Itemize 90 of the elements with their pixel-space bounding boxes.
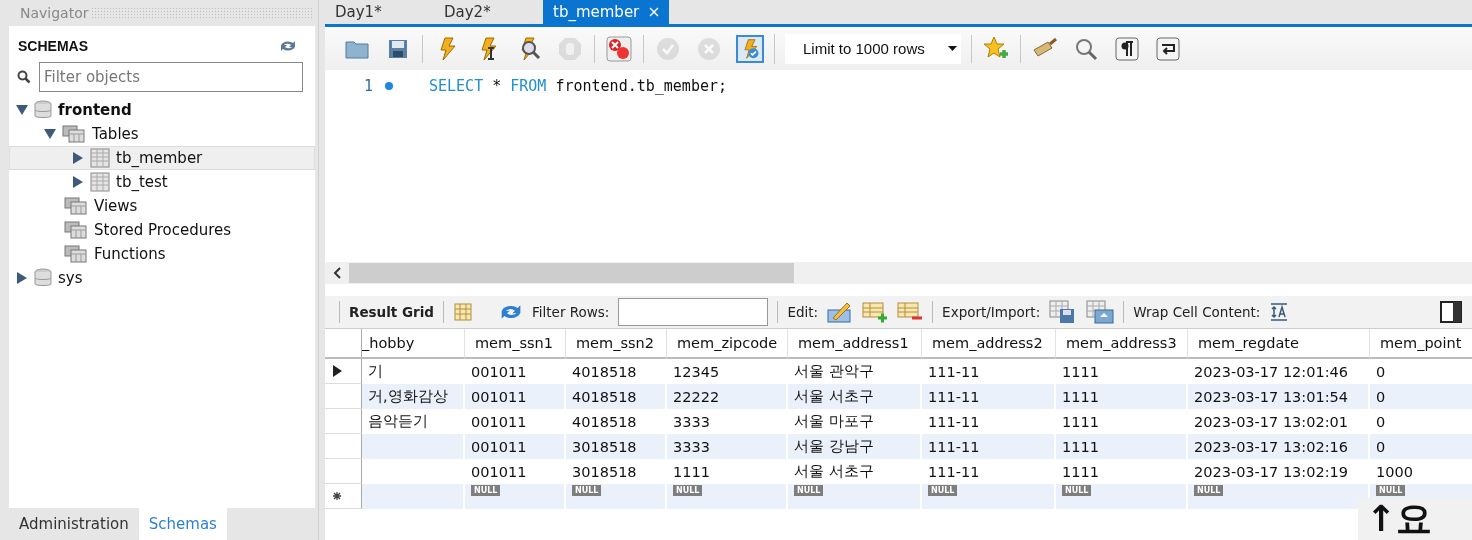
table-cell: 001011: [465, 384, 566, 409]
table-cell: 4018518: [566, 384, 667, 409]
add-row-icon[interactable]: [862, 301, 889, 323]
schemas-heading: SCHEMAS: [18, 38, 88, 54]
folder-icon: [345, 38, 369, 59]
wrap-cell-content-label: Wrap Cell Content:: [1133, 304, 1261, 320]
search-icon: [1074, 36, 1098, 61]
table-cell: 111-11: [922, 434, 1056, 459]
edit-label: Edit:: [787, 304, 819, 320]
table-cell: 001011: [465, 434, 566, 459]
check-icon: [656, 36, 680, 61]
folder-tables-icon: [64, 197, 88, 215]
result-grid-label: Result Grid: [349, 304, 434, 320]
close-icon[interactable]: [649, 7, 660, 17]
current-row-icon: [333, 365, 342, 377]
toolbar-button[interactable]: [1154, 34, 1182, 63]
database-icon: [34, 100, 52, 120]
table-cell: 거,영화감상: [362, 384, 465, 409]
folder-tables-icon: [62, 125, 86, 143]
folder-tables-icon: [64, 245, 88, 263]
save-icon: [388, 38, 408, 59]
table-icon: [90, 172, 110, 192]
scrollbar-thumb[interactable]: [349, 263, 794, 283]
tree-item[interactable]: Stored Procedures: [9, 218, 315, 242]
new-row-icon: [333, 492, 341, 500]
tree-item[interactable]: Tables: [9, 122, 315, 146]
table-cell: 서울 서초구: [788, 384, 922, 409]
null-badge: NULL: [1062, 485, 1092, 496]
table-cell: 2023-03-17 13:01:54: [1188, 384, 1370, 409]
text-wrap-icon[interactable]: [1269, 302, 1290, 322]
navigator-title: Navigator: [20, 5, 89, 21]
table-cell: 3333: [667, 434, 788, 459]
tree-item[interactable]: frontend: [9, 98, 315, 122]
import-grid-icon[interactable]: [1086, 300, 1115, 324]
table-icon: [90, 148, 110, 168]
tree-item[interactable]: Functions: [9, 242, 315, 266]
row-limit-dropdown[interactable]: Limit to 1000 rows: [785, 33, 961, 64]
editor-tab[interactable]: Day1*: [325, 0, 434, 24]
null-badge: NULL: [673, 485, 703, 496]
columns-icon[interactable]: [453, 302, 473, 322]
line-number: 1: [362, 77, 373, 95]
null-badge: NULL: [471, 485, 501, 496]
null-badge: NULL: [572, 485, 602, 496]
delete-row-icon[interactable]: [897, 301, 924, 323]
tree-item[interactable]: sys: [9, 266, 315, 290]
table-cell: 0: [1370, 384, 1472, 409]
table-cell: 2023-03-17 13:02:16: [1188, 434, 1370, 459]
scroll-left-icon[interactable]: [333, 267, 341, 279]
editor-tab[interactable]: tb_member: [543, 0, 670, 24]
filter-field[interactable]: Filter objects: [39, 62, 303, 92]
refresh-icon[interactable]: [279, 39, 297, 53]
export-import-label: Export/Import:: [942, 304, 1041, 320]
table-cell: 22222: [667, 384, 788, 409]
pilcrow-icon: [1115, 36, 1139, 61]
error-stop-icon: [606, 35, 632, 62]
expand-arrow-icon[interactable]: [16, 272, 28, 284]
dropdown-caret-icon: [948, 46, 957, 51]
null-badge: NULL: [1376, 485, 1406, 496]
filter-rows-field[interactable]: [618, 298, 769, 326]
toolbar-button[interactable]: [1113, 34, 1141, 63]
null-badge: NULL: [1194, 485, 1224, 496]
horizontal-scrollbar[interactable]: [325, 262, 1472, 284]
panel-tab[interactable]: Schemas: [138, 508, 227, 540]
grid-corner: [325, 329, 362, 359]
table-cell: 서울 강남구: [788, 434, 922, 459]
table-cell: 1111: [1056, 384, 1188, 409]
collapse-arrow-icon[interactable]: [16, 104, 28, 116]
cross-icon: [697, 36, 721, 61]
table-cell: 0: [1370, 434, 1472, 459]
null-badge: NULL: [928, 485, 958, 496]
tree-item[interactable]: Views: [9, 194, 315, 218]
search-icon: [17, 70, 31, 84]
tree-item[interactable]: tb_member: [9, 146, 315, 170]
editor-tab[interactable]: Day2*: [434, 0, 543, 24]
table-cell: 1111: [1056, 434, 1188, 459]
expand-arrow-icon[interactable]: [72, 176, 84, 188]
filter-rows-label: Filter Rows:: [532, 304, 610, 320]
pencil-edit-icon[interactable]: [827, 300, 854, 324]
side-panel-toggle-icon[interactable]: [1440, 301, 1462, 323]
null-badge: NULL: [794, 485, 824, 496]
hand-stop-icon: [558, 36, 582, 61]
database-icon: [34, 268, 52, 288]
collapse-arrow-icon[interactable]: [44, 128, 56, 140]
folder-tables-icon: [64, 221, 88, 239]
table-cell: 111-11: [922, 384, 1056, 409]
expand-arrow-icon[interactable]: [72, 152, 84, 164]
tree-item[interactable]: tb_test: [9, 170, 315, 194]
sql-statement: SELECT * FROM frontend.tb_member;: [429, 77, 728, 95]
table-cell: 3018518: [566, 434, 667, 459]
overlay-caption: ↑요: [1366, 499, 1433, 539]
